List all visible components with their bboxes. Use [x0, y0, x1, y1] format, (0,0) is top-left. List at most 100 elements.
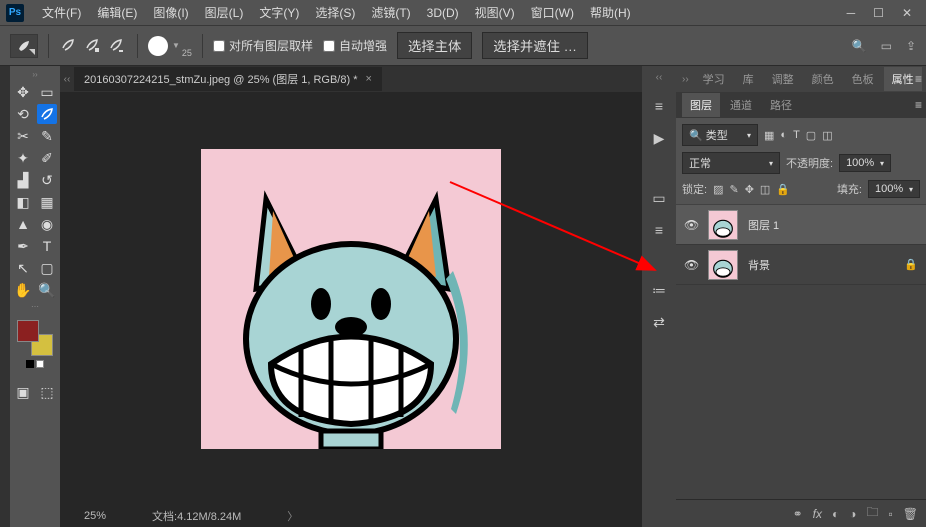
foreground-swatch[interactable]	[17, 320, 39, 342]
layer-thumbnail[interactable]	[708, 210, 738, 240]
tab-adjustments[interactable]: 调整	[764, 67, 802, 91]
delete-layer-icon[interactable]: 🗑	[903, 507, 918, 521]
layer-thumbnail[interactable]	[708, 250, 738, 280]
adjustment-layer-icon[interactable]: ◑	[849, 507, 856, 521]
layer-mask-icon[interactable]: ◐	[832, 507, 839, 521]
properties-menu-icon[interactable]: ≡	[915, 72, 922, 86]
stamp-tool[interactable]: ▟	[13, 170, 33, 190]
screenmode-tool[interactable]: ⬚	[37, 382, 57, 402]
type-tool[interactable]: T	[37, 236, 57, 256]
filter-shape-icon[interactable]: ▢	[806, 129, 816, 142]
sample-all-layers-checkbox[interactable]: 对所有图层取样	[213, 37, 313, 54]
eraser-tool[interactable]: ◧	[13, 192, 33, 212]
filter-adjust-icon[interactable]: ◐	[780, 129, 787, 142]
tab-libraries[interactable]: 库	[735, 67, 762, 91]
new-layer-icon[interactable]: ▫	[889, 507, 893, 521]
layer-name-label[interactable]: 背景	[748, 257, 894, 273]
window-maximize-icon[interactable]: ☐	[873, 6, 884, 20]
menu-type[interactable]: 文字(Y)	[251, 4, 307, 21]
subtract-selection-icon[interactable]	[107, 36, 127, 56]
eyedropper-tool[interactable]: ✎	[37, 126, 57, 146]
panels-collapse-icon[interactable]: ››	[682, 74, 689, 85]
crop-tool[interactable]: ✂	[13, 126, 33, 146]
expand-panels-icon[interactable]: ‹‹	[60, 74, 74, 85]
pen-tool[interactable]: ✒	[13, 236, 33, 256]
menu-file[interactable]: 文件(F)	[34, 4, 89, 21]
lock-artboard-icon[interactable]: ◫	[760, 183, 770, 196]
layer-group-icon[interactable]: 🗀	[866, 503, 878, 524]
select-and-mask-button[interactable]: 选择并遮住 …	[482, 32, 588, 59]
actions-panel-icon[interactable]: ▶	[649, 129, 669, 147]
zoom-tool[interactable]: 🔍	[37, 280, 57, 300]
healing-tool[interactable]: ✦	[13, 148, 33, 168]
menu-view[interactable]: 视图(V)	[467, 4, 523, 21]
window-close-icon[interactable]: ✕	[902, 6, 912, 20]
menu-image[interactable]: 图像(I)	[145, 4, 196, 21]
character-panel-icon[interactable]: ▭	[649, 189, 669, 207]
marquee-tool[interactable]: ▭	[37, 82, 57, 102]
opacity-input[interactable]: 100%▾	[839, 154, 891, 172]
share-icon[interactable]: ⇪	[906, 39, 916, 53]
window-minimize-icon[interactable]: ─	[847, 6, 856, 20]
lock-transparency-icon[interactable]: ▨	[713, 183, 723, 196]
layer-style-icon[interactable]: fx	[813, 507, 822, 521]
layers-menu-icon[interactable]: ≡	[915, 98, 922, 112]
dodge-tool[interactable]: ◉	[37, 214, 57, 234]
menu-layer[interactable]: 图层(L)	[197, 4, 252, 21]
document-tab[interactable]: 20160307224215_stmZu.jpeg @ 25% (图层 1, R…	[74, 67, 382, 91]
search-icon[interactable]: 🔍	[852, 39, 867, 53]
blend-mode-dropdown[interactable]: 正常▾	[682, 152, 780, 174]
viewport[interactable]	[60, 92, 642, 505]
path-select-tool[interactable]: ↖	[13, 258, 33, 278]
fill-input[interactable]: 100%▾	[868, 180, 920, 198]
adjust-panel-icon[interactable]: ⇄	[649, 313, 669, 331]
layer-name-label[interactable]: 图层 1	[748, 217, 918, 233]
workspace-icon[interactable]: ▭	[881, 39, 892, 53]
layer-filter-dropdown[interactable]: 🔍 类型▾	[682, 124, 758, 146]
quickmask-tool[interactable]: ▣	[13, 382, 33, 402]
tab-swatches[interactable]: 色板	[844, 67, 882, 91]
tab-paths[interactable]: 路径	[762, 93, 800, 117]
select-subject-button[interactable]: 选择主体	[397, 32, 472, 59]
gradient-tool[interactable]: ▦	[37, 192, 57, 212]
brush-size-picker[interactable]: ▼	[148, 36, 180, 56]
options-panel-icon[interactable]: ≔	[649, 281, 669, 299]
filter-type-icon[interactable]: T	[793, 129, 800, 142]
visibility-toggle-icon[interactable]: 👁	[684, 218, 698, 232]
zoom-value[interactable]: 25%	[84, 510, 106, 522]
hand-tool[interactable]: ✋	[13, 280, 33, 300]
menu-select[interactable]: 选择(S)	[307, 4, 363, 21]
paragraph-panel-icon[interactable]: ≡	[649, 221, 669, 239]
lock-pixels-icon[interactable]: ✎	[729, 183, 738, 196]
quick-select-tool[interactable]	[37, 104, 57, 124]
lock-all-icon[interactable]: 🔒	[776, 183, 790, 196]
tab-color[interactable]: 颜色	[804, 67, 842, 91]
layer-row[interactable]: 👁 背景 🔒	[676, 245, 926, 285]
lasso-tool[interactable]: ⟲	[13, 104, 33, 124]
tab-learn[interactable]: 学习	[695, 67, 733, 91]
add-selection-icon[interactable]	[83, 36, 103, 56]
toolbox-collapse-icon[interactable]: ››	[13, 70, 57, 80]
menu-edit[interactable]: 编辑(E)	[89, 4, 145, 21]
visibility-toggle-icon[interactable]: 👁	[684, 258, 698, 272]
menu-3d[interactable]: 3D(D)	[419, 6, 467, 20]
auto-enhance-checkbox[interactable]: 自动增强	[323, 37, 387, 54]
doc-size-info[interactable]: 文档:4.12M/8.24M	[152, 508, 241, 524]
filter-pixel-icon[interactable]: ▦	[764, 129, 774, 142]
link-layers-icon[interactable]: ⚭	[793, 507, 803, 521]
history-panel-icon[interactable]: ≡	[649, 97, 669, 115]
blur-tool[interactable]: ▲	[13, 214, 33, 234]
menu-help[interactable]: 帮助(H)	[582, 4, 639, 21]
lock-position-icon[interactable]: ✥	[745, 183, 754, 196]
brush-tool[interactable]: ✐	[37, 148, 57, 168]
tab-channels[interactable]: 通道	[722, 93, 760, 117]
rail-collapse-icon[interactable]: ‹‹	[656, 72, 663, 83]
menu-window[interactable]: 窗口(W)	[523, 4, 582, 21]
layer-row[interactable]: 👁 图层 1	[676, 205, 926, 245]
filter-smart-icon[interactable]: ◫	[822, 129, 832, 142]
history-brush-tool[interactable]: ↺	[37, 170, 57, 190]
shape-tool[interactable]: ▢	[37, 258, 57, 278]
color-swatches[interactable]	[17, 320, 53, 356]
close-tab-icon[interactable]: ×	[366, 73, 372, 85]
tab-layers[interactable]: 图层	[682, 93, 720, 117]
